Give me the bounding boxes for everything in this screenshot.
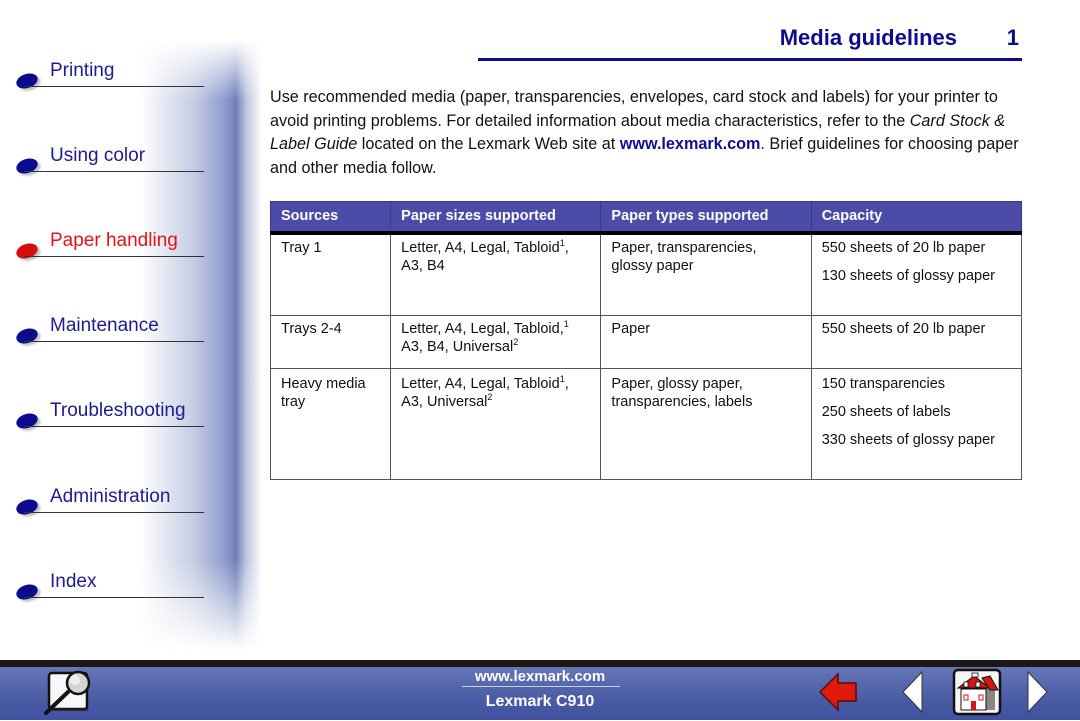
sidebar-item-label: Printing <box>50 60 115 81</box>
page-number: 1 <box>1006 25 1019 50</box>
intro-paragraph: Use recommended media (paper, transparen… <box>270 86 1030 180</box>
sizes-text: A3, Universal <box>401 394 488 410</box>
sidebar-item-printing[interactable]: Printing <box>14 60 206 92</box>
divider <box>24 256 204 257</box>
bullet-icon <box>14 70 40 92</box>
bullet-icon <box>14 581 40 603</box>
divider <box>24 171 204 172</box>
source-cell: Tray 1 <box>269 232 392 316</box>
sizes-text: Letter, A4, Legal, Tabloid <box>401 376 560 392</box>
types-cell: Paper, glossy paper, transparencies, lab… <box>600 368 812 480</box>
types-cell: Paper <box>600 315 812 369</box>
page-title: Media guidelines <box>779 25 957 50</box>
back-button[interactable] <box>818 672 858 712</box>
sizes-text: A3, B4 <box>401 258 445 274</box>
capacity-item: 550 sheets of 20 lb paper <box>821 321 986 337</box>
sidebar-item-paper-handling[interactable]: Paper handling <box>14 230 206 262</box>
footer-url-link[interactable]: www.lexmark.com <box>460 668 620 685</box>
capacity-cell: 550 sheets of 20 lb paper 130 sheets of … <box>810 232 1023 316</box>
sidebar-item-label: Troubleshooting <box>50 400 186 421</box>
title-divider <box>478 58 1022 61</box>
media-table: Sources Paper sizes supported Paper type… <box>269 201 1023 480</box>
source-cell: Heavy media tray <box>269 368 392 480</box>
capacity-cell: 550 sheets of 20 lb paper <box>810 315 1023 369</box>
capacity-item: 550 sheets of 20 lb paper <box>821 240 986 256</box>
column-header-capacity: Capacity <box>810 201 1023 235</box>
types-cell: Paper, transparencies, glossy paper <box>600 232 812 316</box>
sidebar-item-using-color[interactable]: Using color <box>14 145 206 177</box>
home-button[interactable] <box>952 668 1002 716</box>
column-header-sources: Sources <box>269 201 392 235</box>
bullet-icon <box>14 410 40 432</box>
sidebar-item-label: Using color <box>50 145 146 166</box>
table-row: Tray 1 Letter, A4, Legal, Tabloid1, A3, … <box>269 232 1023 316</box>
sizes-cell: Letter, A4, Legal, Tabloid,1 A3, B4, Uni… <box>390 315 602 369</box>
lexmark-link[interactable]: www.lexmark.com <box>620 135 761 153</box>
sidebar-gradient <box>0 40 270 650</box>
footer-divider <box>462 686 620 687</box>
sidebar-item-label: Maintenance <box>50 315 159 336</box>
divider <box>24 86 204 87</box>
sidebar-item-index[interactable]: Index <box>14 571 206 603</box>
table-row: Heavy media tray Letter, A4, Legal, Tabl… <box>269 368 1023 480</box>
previous-page-button[interactable] <box>900 670 926 714</box>
capacity-item: 150 transparencies <box>821 376 946 392</box>
next-page-button[interactable] <box>1024 670 1050 714</box>
footnote-ref: 2 <box>487 392 493 403</box>
capacity-cell: 150 transparencies 250 sheets of labels … <box>810 368 1023 480</box>
search-button[interactable] <box>40 668 96 716</box>
table-row: Trays 2-4 Letter, A4, Legal, Tabloid,1 A… <box>269 315 1023 369</box>
capacity-item: 250 sheets of labels <box>821 404 951 420</box>
sizes-text: Letter, A4, Legal, Tabloid, <box>401 321 564 337</box>
sidebar-item-label: Administration <box>50 486 171 507</box>
intro-text: located on the Lexmark Web site at <box>357 135 620 153</box>
source-cell: Trays 2-4 <box>269 315 392 369</box>
sizes-cell: Letter, A4, Legal, Tabloid1, A3, B4 <box>390 232 602 316</box>
bullet-icon <box>14 240 40 262</box>
sidebar-item-label: Paper handling <box>50 230 178 251</box>
footer-model: Lexmark C910 <box>485 693 595 710</box>
search-icon <box>44 670 91 715</box>
sizes-text: A3, B4, Universal <box>401 339 514 355</box>
previous-page-icon <box>902 670 923 714</box>
footnote-ref: 2 <box>513 337 519 348</box>
table-header-row: Sources Paper sizes supported Paper type… <box>269 201 1023 235</box>
home-icon <box>952 668 1002 716</box>
column-header-sizes: Paper sizes supported <box>390 201 602 235</box>
divider <box>24 512 204 513</box>
divider <box>24 426 204 427</box>
back-arrow-icon <box>818 672 857 712</box>
bullet-icon <box>14 325 40 347</box>
footnote-ref: 1 <box>563 319 569 330</box>
sidebar-item-label: Index <box>50 571 97 592</box>
sidebar-item-troubleshooting[interactable]: Troubleshooting <box>14 400 206 432</box>
sizes-text: , <box>564 376 569 392</box>
sidebar-item-administration[interactable]: Administration <box>14 486 206 518</box>
intro-text: Use recommended media (paper, transparen… <box>270 88 998 130</box>
capacity-item: 330 sheets of glossy paper <box>821 432 995 448</box>
divider <box>24 597 204 598</box>
next-page-icon <box>1027 670 1048 714</box>
footer-border <box>0 660 1080 667</box>
sizes-text: , <box>564 240 569 256</box>
bullet-icon <box>14 496 40 518</box>
column-header-types: Paper types supported <box>600 201 812 235</box>
divider <box>24 341 204 342</box>
capacity-item: 130 sheets of glossy paper <box>821 268 995 284</box>
sizes-text: Letter, A4, Legal, Tabloid <box>401 240 560 256</box>
bullet-icon <box>14 155 40 177</box>
sizes-cell: Letter, A4, Legal, Tabloid1, A3, Univers… <box>390 368 602 480</box>
sidebar-item-maintenance[interactable]: Maintenance <box>14 315 206 347</box>
